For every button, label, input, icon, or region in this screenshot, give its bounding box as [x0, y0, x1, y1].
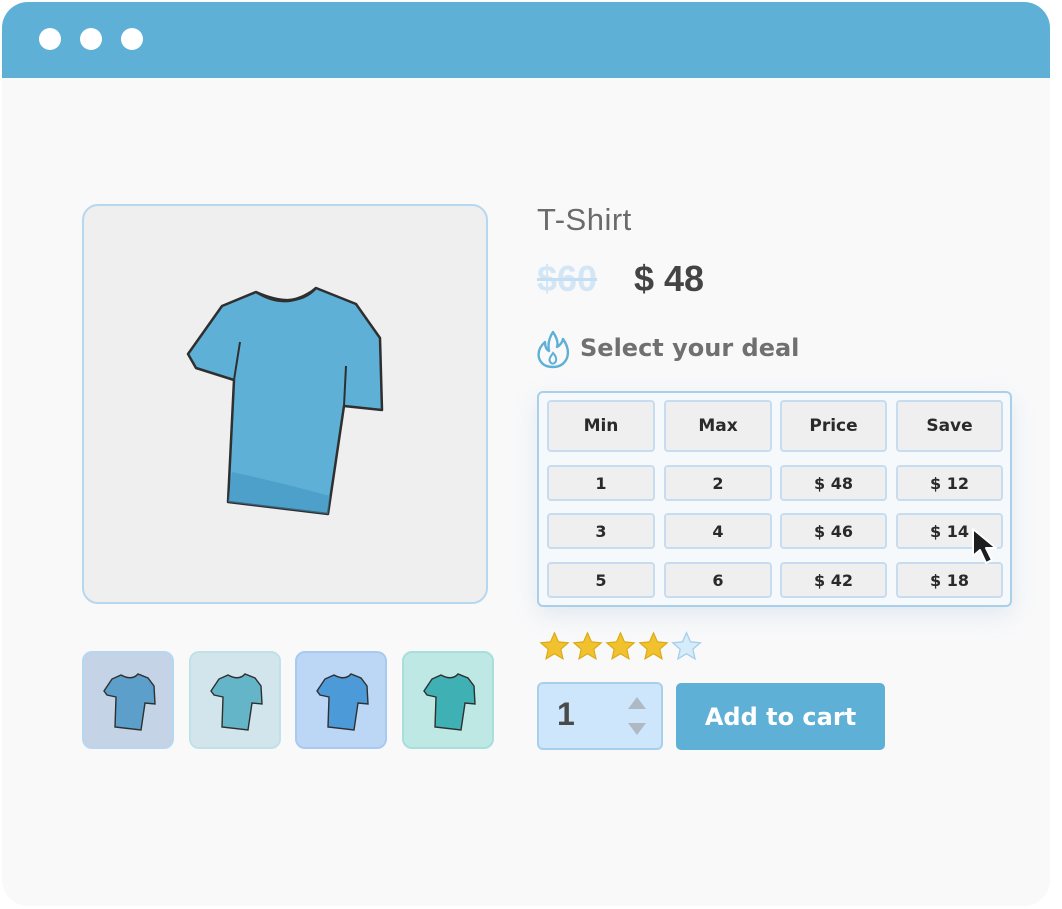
- deal-cell[interactable]: $ 46: [780, 513, 887, 549]
- tshirt-icon: [210, 673, 263, 731]
- product-main-image: [82, 204, 488, 604]
- thumbnail-4[interactable]: [402, 651, 494, 749]
- thumbnail-2[interactable]: [189, 651, 281, 749]
- deal-cell[interactable]: 6: [664, 562, 772, 598]
- mouse-cursor-icon: [972, 528, 997, 564]
- star-icon: [572, 631, 603, 661]
- chevron-down-icon[interactable]: [627, 722, 647, 736]
- deal-cell[interactable]: 2: [664, 465, 772, 501]
- product-title: T-Shirt: [537, 202, 632, 237]
- window-control-dot[interactable]: [39, 28, 61, 50]
- tshirt-icon: [423, 673, 476, 731]
- deal-label: Select your deal: [580, 334, 800, 362]
- star-icon: [539, 631, 570, 661]
- thumbnail-3[interactable]: [295, 651, 387, 749]
- window-titlebar: [2, 2, 1050, 78]
- deal-header-max: Max: [664, 400, 772, 452]
- tshirt-icon: [103, 673, 156, 731]
- star-icon: [605, 631, 636, 661]
- deal-cell[interactable]: 5: [547, 562, 655, 598]
- add-to-cart-button[interactable]: Add to cart: [676, 683, 885, 750]
- tshirt-icon: [186, 286, 384, 516]
- quantity-value[interactable]: 1: [557, 696, 575, 733]
- thumbnail-1[interactable]: [82, 651, 174, 749]
- deal-header-min: Min: [547, 400, 655, 452]
- deal-cell[interactable]: $ 12: [896, 465, 1003, 501]
- star-icon: [638, 631, 669, 661]
- chevron-up-icon[interactable]: [627, 696, 647, 710]
- deal-cell[interactable]: $ 48: [780, 465, 887, 501]
- star-outline-icon: [671, 631, 702, 661]
- deal-header-save: Save: [896, 400, 1003, 452]
- deal-cell[interactable]: $ 42: [780, 562, 887, 598]
- old-price: $60: [537, 258, 598, 299]
- deal-table: Min Max Price Save 1 2 $ 48 $ 12 3 4 $ 4…: [537, 391, 1012, 607]
- window-control-dot[interactable]: [121, 28, 143, 50]
- deal-header-price: Price: [780, 400, 887, 452]
- deal-cell[interactable]: $ 18: [896, 562, 1003, 598]
- flame-icon: [537, 330, 570, 369]
- quantity-stepper[interactable]: 1: [537, 682, 663, 750]
- deal-cell[interactable]: 3: [547, 513, 655, 549]
- rating-stars: [538, 630, 703, 663]
- deal-cell[interactable]: 1: [547, 465, 655, 501]
- current-price: $ 48: [634, 258, 705, 299]
- deal-cell[interactable]: 4: [664, 513, 772, 549]
- tshirt-icon: [316, 673, 369, 731]
- window-control-dot[interactable]: [80, 28, 102, 50]
